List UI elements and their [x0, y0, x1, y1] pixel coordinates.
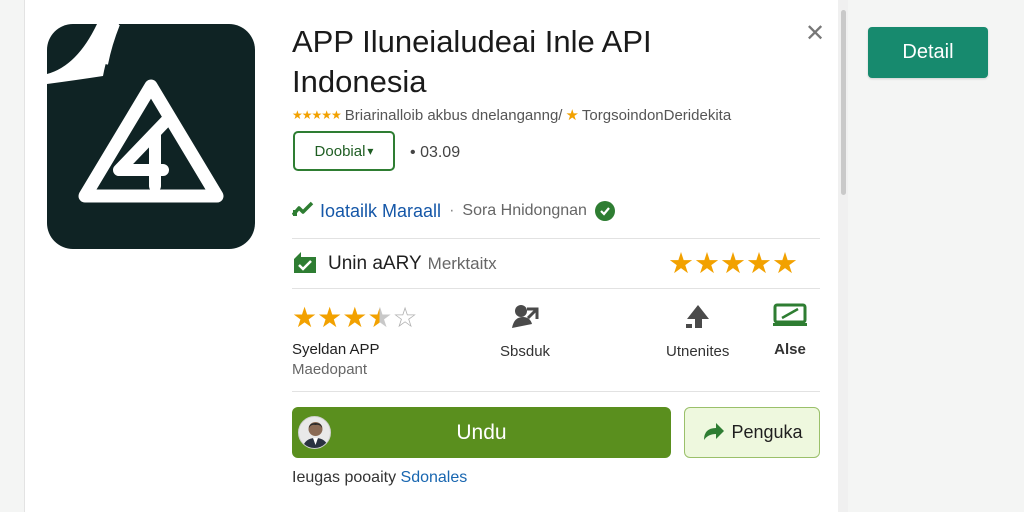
footer-line: Ieugas pooaity Sdonales	[292, 469, 467, 487]
chart-up-icon	[291, 201, 314, 222]
stat-label-2: Sbsduk	[500, 343, 551, 360]
star-icon: ★	[367, 302, 393, 333]
meta-tag: TorgsoindonDeridekita	[581, 106, 732, 124]
stat-share[interactable]: Sbsduk	[500, 302, 550, 360]
display-icon	[773, 302, 807, 333]
rating-label: Syeldan APP	[292, 341, 380, 358]
scrollbar-thumb[interactable]	[841, 10, 846, 195]
footer-link[interactable]: Sdonales	[401, 469, 468, 486]
divider	[292, 391, 820, 392]
upload-icon	[683, 302, 713, 335]
footer-prefix: Ieugas pooaity	[292, 469, 397, 486]
size-bullet: •	[410, 144, 416, 161]
star-icon: ☆	[392, 302, 418, 333]
stat-update[interactable]: Utnenites	[666, 302, 729, 360]
rating-row: Unin aARY Merktaitx	[292, 250, 497, 278]
stat-label-3: Utnenites	[666, 343, 730, 360]
install-label: Undu	[456, 420, 507, 444]
share-button[interactable]: Penguka	[684, 407, 820, 458]
star-icon: ★	[772, 248, 798, 280]
share-icon	[704, 422, 725, 440]
detail-label: Detail	[902, 41, 954, 63]
mini-rating-stars: ★★★★★	[292, 108, 342, 122]
app-logo-icon	[47, 24, 255, 249]
stat-display[interactable]: Alse	[773, 302, 807, 358]
developer-subtitle: Sora Hnidongnan	[462, 202, 587, 219]
share-person-icon	[510, 302, 540, 335]
app-title-line-2: Indonesia	[292, 64, 427, 99]
divider	[292, 238, 820, 239]
app-size: • 03.09	[410, 144, 460, 162]
rating-sub: Maedopant	[292, 361, 368, 378]
rating-stat: ★ ★ ★ ★ ☆ Syeldan APP Maedopant	[292, 302, 418, 378]
rating-row-title: Unin aARY	[328, 253, 422, 274]
download-select-label: Doobial	[314, 142, 366, 160]
star-icon: ★	[292, 302, 318, 333]
star-icon: ★	[342, 302, 368, 333]
divider	[292, 288, 820, 289]
meta-text: Briarinalloib akbus dnelanganng/	[344, 106, 563, 124]
download-select[interactable]: Doobial ▾	[293, 131, 395, 171]
star-icon: ★	[746, 248, 772, 280]
star-icon: ★	[720, 248, 746, 280]
verified-icon	[594, 201, 615, 221]
developer-line: Ioatailk Maraall · Sora Hnidongnan	[291, 200, 615, 222]
close-button[interactable]: ✕	[800, 18, 830, 48]
star-icon: ★	[668, 248, 694, 280]
rating-stars: ★ ★ ★ ★ ☆	[292, 302, 418, 334]
detail-button[interactable]: Detail	[868, 27, 988, 78]
check-badge-icon	[292, 249, 318, 280]
stat-label-4: Alse	[774, 341, 806, 358]
size-value: 03.09	[420, 144, 461, 161]
star-icon: ★	[565, 107, 579, 124]
app-title-line-1: APP Iluneialudeai Inle API	[292, 24, 652, 59]
developer-separator: ·	[449, 202, 455, 219]
avatar	[298, 416, 331, 449]
install-button[interactable]: Undu	[292, 407, 671, 458]
rating-row-stars: ★ ★ ★ ★ ★	[668, 248, 798, 280]
chevron-down-icon: ▾	[367, 144, 374, 158]
app-title: APP Iluneialudeai Inle API Indonesia	[292, 22, 792, 102]
developer-link[interactable]: Ioatailk Maraall	[320, 201, 441, 222]
app-meta-line: ★★★★★ Briarinalloib akbus dnelanganng/ ★…	[292, 106, 812, 125]
rating-row-subtitle: Merktaitx	[427, 254, 497, 273]
close-icon: ✕	[804, 19, 826, 47]
star-icon: ★	[317, 302, 343, 333]
star-icon: ★	[694, 248, 720, 280]
share-label: Penguka	[731, 422, 803, 442]
